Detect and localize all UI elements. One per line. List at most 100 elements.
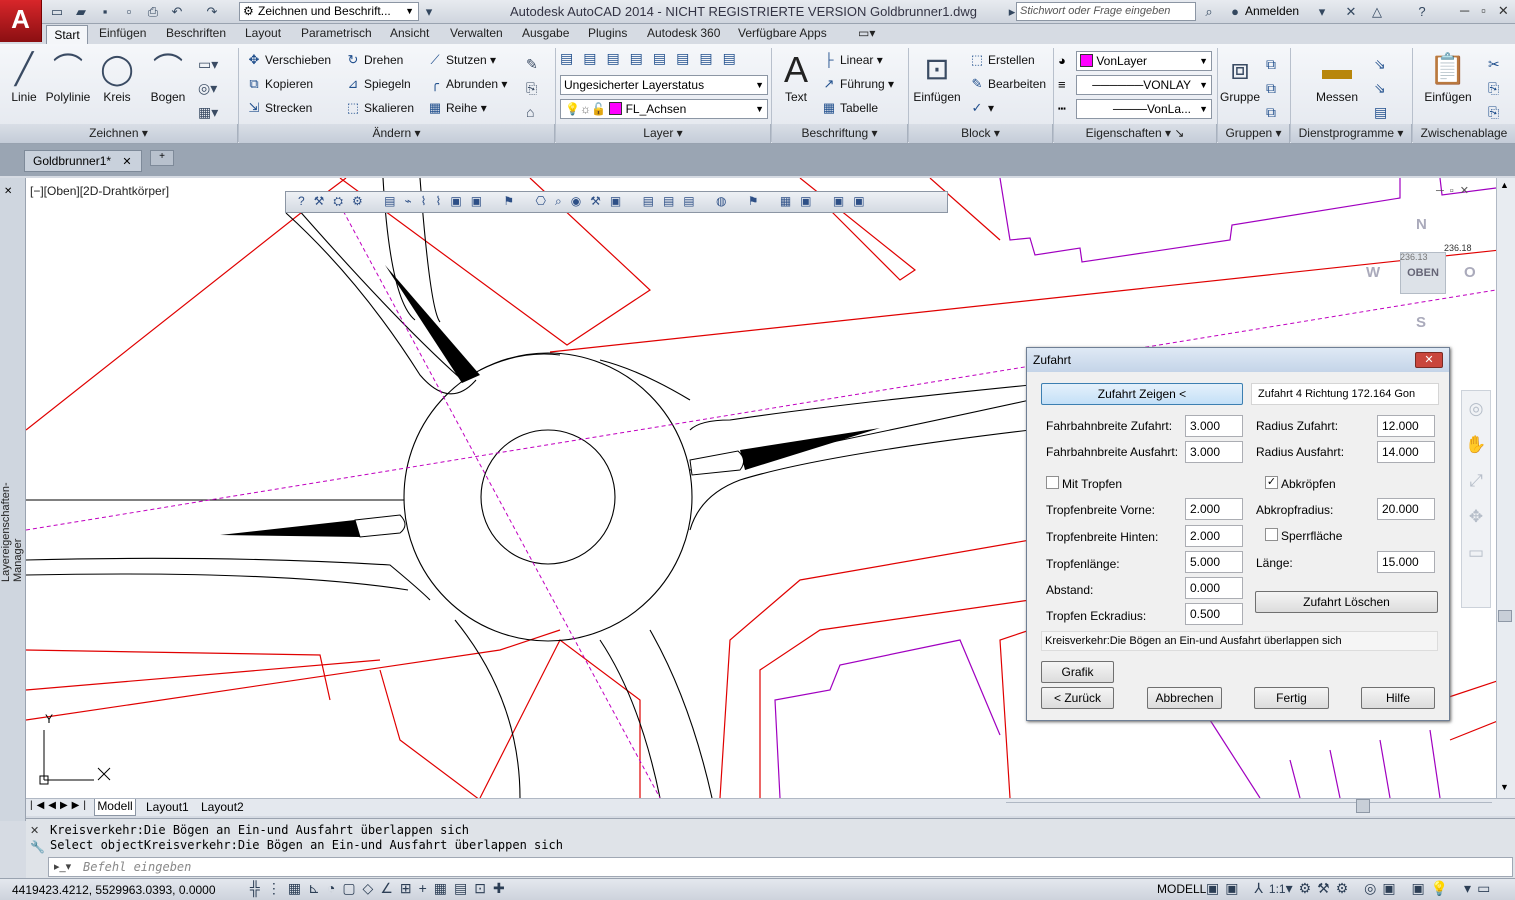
messen-button[interactable]: ▬ Messen [1312,50,1362,104]
tab-einfuegen[interactable]: Einfügen [99,26,146,40]
color-dropdown[interactable]: VonLayer ▼ [1076,51,1212,71]
panel-block[interactable]: Block ▾ [909,124,1053,143]
undo-icon[interactable]: ↶ [168,3,186,21]
panel-gruppen[interactable]: Gruppen ▾ [1218,124,1290,143]
group-small-icons[interactable]: ⧉ ⧉ ⧉ [1266,52,1276,124]
tabelle-button[interactable]: ▦ Tabelle [822,101,878,116]
fertig-button[interactable]: Fertig [1254,687,1329,709]
panel-layer[interactable]: Layer ▾ [556,124,771,143]
reihe-button[interactable]: ▦ Reihe ▾ [428,101,487,116]
radius-ausfahrt-field[interactable]: 14.000 [1377,441,1435,463]
tropfenlaenge-field[interactable]: 5.000 [1185,551,1243,573]
horizontal-scrollbar[interactable] [1006,802,1492,812]
abrunden-button[interactable]: ╭ Abrunden ▾ [428,77,507,92]
viewport-controls[interactable]: [−][Oben][2D-Drahtkörper] [30,184,169,198]
tab-start[interactable]: Start [46,25,88,45]
linear-button[interactable]: ├ Linear ▾ [822,53,882,68]
panel-zwischenablage[interactable]: Zwischenablage [1413,124,1515,143]
laenge-field[interactable]: 15.000 [1377,551,1435,573]
command-close-icon[interactable]: ✕ [30,824,39,837]
tab-verwalten[interactable]: Verwalten [450,26,503,40]
panel-dienstprogramme[interactable]: Dienstprogramme ▾ [1291,124,1412,143]
layer-tool-icons[interactable]: ▤▤▤▤▤▤▤▤ [560,50,746,67]
draw-small-icons[interactable]: ▭▾ ◎▾ ▦▾ [198,52,218,124]
kopieren-button[interactable]: ⧉ Kopieren [247,77,313,92]
tropfenbreite-hinten-field[interactable]: 2.000 [1185,525,1243,547]
zufahrt-zeigen-button[interactable]: Zufahrt Zeigen < [1041,383,1243,405]
zurueck-button[interactable]: < Zurück [1041,687,1114,709]
exchange-icon[interactable]: ✕ [1342,3,1360,21]
zufahrt-loeschen-button[interactable]: Zufahrt Löschen [1255,591,1438,613]
tropfen-eckradius-field[interactable]: 0.500 [1185,603,1243,625]
fuehrung-button[interactable]: ↗ Führung ▾ [822,77,895,92]
skalieren-button[interactable]: ⬚ Skalieren [346,101,414,116]
vertical-scrollbar[interactable] [1496,178,1515,798]
compass-s[interactable]: S [1416,314,1426,331]
h-scroll-thumb[interactable] [1356,799,1370,813]
modify-small-icons[interactable]: ✎ ⎘ ⌂ [526,52,538,124]
tab-plugins[interactable]: Plugins [588,26,627,40]
abbrechen-button[interactable]: Abbrechen [1147,687,1222,709]
tab-layout[interactable]: Layout [245,26,281,40]
ribbon-minimize-icon[interactable]: ▭▾ [858,26,875,40]
palette-close-icon[interactable]: ✕ [4,186,12,197]
annotation-scale[interactable]: 1:1 [1269,882,1286,896]
abstand-field[interactable]: 0.000 [1185,577,1243,599]
tab-modell[interactable]: Modell [94,799,136,816]
panel-aendern[interactable]: Ändern ▾ [239,124,555,143]
login-dropdown-icon[interactable]: ▾ [1313,3,1331,21]
match-properties-icon[interactable]: ◕ [1058,53,1066,68]
erstellen-button[interactable]: ⬚ Erstellen [970,53,1035,68]
file-tab[interactable]: Goldbrunner1* ✕ [24,150,142,172]
help-icon[interactable]: ? [1413,3,1431,21]
search-input[interactable]: Stichwort oder Frage eingeben [1016,2,1196,21]
panel-zeichnen[interactable]: Zeichnen ▾ [0,124,238,143]
scroll-up-icon[interactable]: ▲ [1500,180,1509,190]
block-einfuegen-button[interactable]: ⊡ Einfügen [912,50,962,104]
paste-button[interactable]: 📋 Einfügen [1422,50,1474,104]
tab-autodesk360[interactable]: Autodesk 360 [647,26,720,40]
application-menu-button[interactable]: A [0,0,42,42]
bogen-button[interactable]: ⌒ Bogen [148,50,188,104]
drafting-toggles[interactable]: ╬⋮▦⊾◔▢◇∠⊞+▦▤⊡✚ [250,880,512,897]
compass-o[interactable]: O [1464,264,1476,281]
fahrbahnbreite-zufahrt-field[interactable]: 3.000 [1185,415,1243,437]
tab-beschriften[interactable]: Beschriften [166,26,226,40]
abkropfradius-field[interactable]: 20.000 [1377,498,1435,520]
bearbeiten-button[interactable]: ✎ Bearbeiten [970,77,1047,92]
open-icon[interactable]: ▰ [72,3,90,21]
model-space-toggle[interactable]: MODELL [1157,882,1206,896]
scroll-thumb[interactable] [1498,610,1512,622]
layout-nav-arrows[interactable]: |◀◀▶▶| [30,800,90,811]
close-icon[interactable]: ✕ [122,156,131,168]
saveas-icon[interactable]: ▫ [120,3,138,21]
scroll-down-icon[interactable]: ▼ [1500,782,1509,792]
tab-ansicht[interactable]: Ansicht [390,26,429,40]
command-input[interactable]: Befehl eingeben [48,857,1513,877]
quickaccess-menu-icon[interactable]: ▾ [420,3,438,21]
a360-icon[interactable]: △ [1368,3,1386,21]
stutzen-button[interactable]: ⟋ Stutzen ▾ [428,53,496,68]
panel-eigenschaften[interactable]: Eigenschaften ▾ ↘ [1054,124,1217,143]
layer-state-dropdown[interactable]: Ungesicherter Layerstatus ▼ [560,75,768,95]
grafik-button[interactable]: Grafik [1041,661,1114,683]
viewport-window-controls[interactable]: ─▫✕ [1436,184,1475,197]
text-button[interactable]: A Text [778,50,814,105]
tab-layout1[interactable]: Layout1 [146,800,189,814]
linetype-dropdown[interactable]: ──────VONLAY ▼ [1076,75,1212,95]
strecken-button[interactable]: ⇲ Strecken [247,101,313,116]
workspace-dropdown[interactable]: ⚙ Zeichnen und Beschrift... ▼ [239,2,419,21]
tropfenbreite-vorne-field[interactable]: 2.000 [1185,498,1243,520]
save-icon[interactable]: ▪ [96,3,114,21]
redo-icon[interactable]: ↷ [203,3,221,21]
polylinie-button[interactable]: ⌒ Polylinie [44,50,92,104]
utility-small-icons[interactable]: ⇘ ⇘ ▤ [1374,52,1387,124]
lineweight-dropdown[interactable]: ────VonLa... ▼ [1076,99,1212,119]
clipboard-small-icons[interactable]: ✂ ⎘ ⎘ [1488,52,1500,124]
spiegeln-button[interactable]: ⊿ Spiegeln [346,77,411,92]
tab-verfuegbare-apps[interactable]: Verfügbare Apps [738,26,827,40]
radius-zufahrt-field[interactable]: 12.000 [1377,415,1435,437]
fahrbahnbreite-ausfahrt-field[interactable]: 3.000 [1185,441,1243,463]
linie-button[interactable]: ╱ Linie [6,50,42,104]
compass-w[interactable]: W [1366,264,1380,281]
